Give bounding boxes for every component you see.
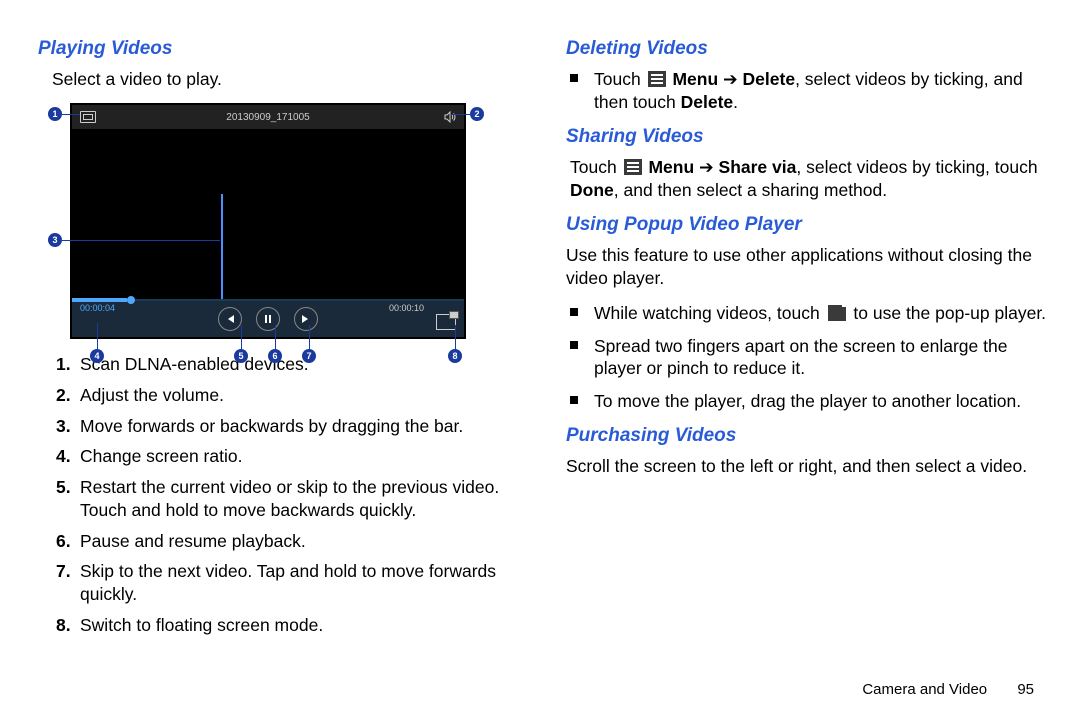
- next-button-icon: [294, 307, 318, 331]
- numbered-steps: 1.Scan DLNA-enabled devices. 2.Adjust th…: [56, 353, 522, 637]
- callout-line: [97, 323, 98, 350]
- player-control-bar: 00:00:04 00:00:10: [72, 299, 464, 337]
- time-elapsed: 00:00:04: [80, 303, 115, 313]
- callout-4: 4: [90, 349, 104, 363]
- footer-section: Camera and Video: [862, 681, 987, 698]
- callout-line: [62, 240, 220, 241]
- callout-line: [452, 114, 470, 115]
- player-top-bar: 20130909_171005: [72, 105, 464, 129]
- callout-6: 6: [268, 349, 282, 363]
- callout-line: [455, 325, 456, 350]
- menu-icon: [648, 71, 666, 87]
- step-item: 2.Adjust the volume.: [56, 384, 522, 407]
- callout-line: [241, 325, 242, 350]
- callout-5: 5: [234, 349, 248, 363]
- heading-popup-player: Using Popup Video Player: [566, 214, 1050, 236]
- progress-bar: [72, 299, 464, 301]
- heading-purchasing-videos: Purchasing Videos: [566, 425, 1050, 447]
- step-item: 5.Restart the current video or skip to t…: [56, 476, 522, 522]
- callout-2: 2: [470, 107, 484, 121]
- popup-bullet-3: To move the player, drag the player to a…: [590, 390, 1050, 413]
- step-item: 6.Pause and resume playback.: [56, 530, 522, 553]
- callout-1: 1: [48, 107, 62, 121]
- delete-instruction: Touch Menu ➔ Delete, select videos by ti…: [590, 68, 1050, 114]
- pause-button-icon: [256, 307, 280, 331]
- step-item: 8.Switch to floating screen mode.: [56, 614, 522, 637]
- time-total: 00:00:10: [389, 303, 424, 313]
- step-item: 3.Move forwards or backwards by dragging…: [56, 415, 522, 438]
- heading-playing-videos: Playing Videos: [38, 38, 522, 60]
- callout-line: [309, 325, 310, 350]
- menu-icon: [624, 159, 642, 175]
- heading-deleting-videos: Deleting Videos: [566, 38, 1050, 60]
- heading-sharing-videos: Sharing Videos: [566, 126, 1050, 148]
- step-item: 7.Skip to the next video. Tap and hold t…: [56, 560, 522, 606]
- intro-text: Select a video to play.: [52, 68, 522, 91]
- callout-7: 7: [302, 349, 316, 363]
- popup-player-icon: [436, 314, 456, 330]
- sharing-instruction: Touch Menu ➔ Share via, select videos by…: [570, 156, 1050, 202]
- right-column: Deleting Videos Touch Menu ➔ Delete, sel…: [566, 38, 1050, 645]
- step-item: 4.Change screen ratio.: [56, 445, 522, 468]
- page-footer: Camera and Video 95: [862, 681, 1034, 698]
- popup-bullet-1: While watching videos, touch to use the …: [590, 302, 1050, 325]
- player-viewport: [72, 129, 464, 299]
- callout-8: 8: [448, 349, 462, 363]
- popup-bullet-2: Spread two fingers apart on the screen t…: [590, 335, 1050, 381]
- popup-player-icon: [827, 304, 847, 322]
- volume-icon: [444, 111, 456, 123]
- video-player: 20130909_171005 00:00:04 00:00:10: [70, 103, 466, 339]
- left-column: Playing Videos Select a video to play. 1…: [38, 38, 522, 645]
- prev-button-icon: [218, 307, 242, 331]
- callout-line: [275, 325, 276, 350]
- purchasing-instruction: Scroll the screen to the left or right, …: [566, 455, 1050, 478]
- video-player-figure: 1 2 3 4 5 6 7 8 20130909_171005: [70, 103, 462, 339]
- callout-3: 3: [48, 233, 62, 247]
- player-title: 20130909_171005: [72, 112, 464, 123]
- callout-line: [62, 114, 80, 115]
- footer-page-number: 95: [1017, 681, 1034, 698]
- popup-intro: Use this feature to use other applicatio…: [566, 244, 1050, 290]
